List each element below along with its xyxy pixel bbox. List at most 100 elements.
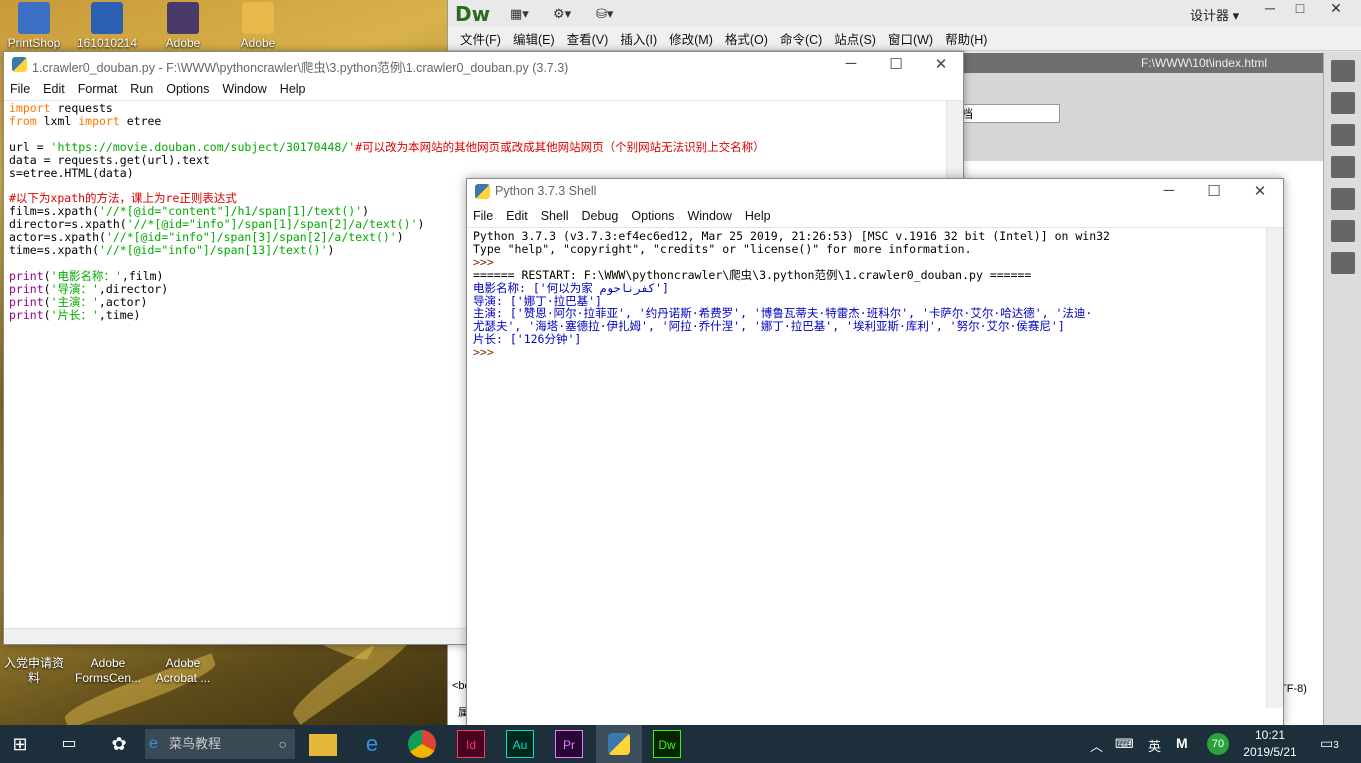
files-panel-icon[interactable] xyxy=(1330,220,1355,242)
close-icon[interactable]: ✕ xyxy=(1322,0,1350,18)
workspace-switcher[interactable]: 设计器 ▾ xyxy=(1190,5,1239,24)
adobe-icon xyxy=(167,2,199,34)
ime-language[interactable]: 英 xyxy=(1148,736,1161,763)
dw-menu-window[interactable]: 窗口(W) xyxy=(882,29,939,48)
shell-menu-options[interactable]: Options xyxy=(626,209,682,223)
editor-menu-edit[interactable]: Edit xyxy=(38,82,73,96)
shell-banner-line: Python 3.7.3 (v3.7.3:ef4ec6ed12, Mar 25 … xyxy=(473,229,1110,243)
python-taskbar-button[interactable] xyxy=(596,725,642,763)
dw-menu-edit[interactable]: 编辑(E) xyxy=(507,29,561,48)
shell-output-film: 电影名称: ['何以为家 كفرناحوم'] xyxy=(473,280,669,295)
dw-menubar: 文件(F) 编辑(E) 查看(V) 插入(I) 修改(M) 格式(O) 命令(C… xyxy=(448,27,1361,51)
shell-title-bar: Python 3.7.3 Shell ─ ☐ ✕ xyxy=(467,179,1283,204)
keyboard-icon[interactable]: ⌨ xyxy=(1115,736,1134,763)
shell-menu-file[interactable]: File xyxy=(468,209,501,223)
desktop-icon-party-application[interactable]: 入党申请资 料 xyxy=(1,656,67,686)
python-icon xyxy=(475,184,490,199)
ie-icon[interactable]: e xyxy=(358,730,386,758)
premiere-icon[interactable]: Pr xyxy=(555,730,583,758)
shell-menu-help[interactable]: Help xyxy=(740,209,779,223)
shell-current-prompt[interactable]: >>> xyxy=(473,346,1110,359)
taskbar-search-box[interactable]: e 菜鸟教程 ○ xyxy=(145,729,295,759)
folder-icon xyxy=(242,2,274,34)
editor-menu-file[interactable]: File xyxy=(5,82,38,96)
desktop-icon-adobe-1[interactable]: Adobe xyxy=(150,2,216,51)
business-catalyst-icon[interactable] xyxy=(1330,188,1355,210)
minimize-icon[interactable]: ─ xyxy=(836,55,866,72)
audition-icon[interactable]: Au xyxy=(506,730,534,758)
desktop-icon-adobe-2[interactable]: Adobe xyxy=(225,2,291,51)
dw-logo: Dw xyxy=(455,2,491,26)
snippets-panel-icon[interactable] xyxy=(1330,252,1355,274)
dw-title-bar: Dw ▦▾ ⚙▾ ⛁▾ 设计器 ▾ ─ □ ✕ xyxy=(448,0,1361,27)
pinwheel-app-icon[interactable]: ✿ xyxy=(105,730,133,758)
shell-menu-edit[interactable]: Edit xyxy=(501,209,536,223)
chrome-icon[interactable] xyxy=(408,730,436,758)
shell-output-area[interactable]: Python 3.7.3 (v3.7.3:ef4ec6ed12, Mar 25 … xyxy=(473,230,1110,359)
notification-count: 3 xyxy=(1333,740,1339,751)
python-shell-window: Python 3.7.3 Shell ─ ☐ ✕ File Edit Shell… xyxy=(466,178,1284,726)
taskbar-clock[interactable]: 10:21 2019/5/21 xyxy=(1236,727,1304,761)
shell-restart-line: ====== RESTART: F:\WWW\pythoncrawler\爬虫\… xyxy=(473,267,1032,282)
shell-title: Python 3.7.3 Shell xyxy=(495,184,597,198)
editor-menu-run[interactable]: Run xyxy=(125,82,161,96)
editor-menu-help[interactable]: Help xyxy=(275,82,314,96)
taskbar: ⊞ ▭ ✿ e 菜鸟教程 ○ e Id Au Pr Dw ︿ ⌨ 英 M 70 10… xyxy=(0,725,1361,763)
shell-help-line: Type "help", "copyright", "credits" or "… xyxy=(473,241,972,256)
shell-menu-shell[interactable]: Shell xyxy=(536,209,577,223)
desktop-icon-word-doc[interactable]: 161010214 xyxy=(74,2,140,51)
close-icon[interactable]: ✕ xyxy=(926,55,956,73)
maximize-icon[interactable]: ☐ xyxy=(881,55,911,73)
dw-menu-modify[interactable]: 修改(M) xyxy=(663,29,719,48)
assets-panel-icon[interactable] xyxy=(1330,60,1355,82)
close-icon[interactable]: ✕ xyxy=(1245,182,1275,200)
ime-mode-icon[interactable]: M xyxy=(1176,735,1188,763)
edge-icon: e xyxy=(149,735,158,752)
dreamweaver-taskbar-icon[interactable]: Dw xyxy=(653,730,681,758)
task-view-icon[interactable]: ▭ xyxy=(55,730,83,758)
chevron-up-icon[interactable]: ︿ xyxy=(1090,736,1103,763)
editor-menu-window[interactable]: Window xyxy=(217,82,274,96)
python-icon xyxy=(12,57,27,72)
gear-icon[interactable]: ⚙▾ xyxy=(553,6,571,22)
dw-menu-insert[interactable]: 插入(I) xyxy=(614,29,663,48)
shell-output-runtime: 片长: ['126分钟'] xyxy=(473,332,582,347)
windows-start-icon[interactable]: ⊞ xyxy=(6,730,34,758)
shell-menubar: File Edit Shell Debug Options Window Hel… xyxy=(467,204,1283,228)
security-badge-icon[interactable]: 70 xyxy=(1207,733,1229,755)
desktop-icon-adobe-acrobat[interactable]: Adobe Acrobat ... xyxy=(150,656,216,686)
desktop-icon-adobe-formscentral[interactable]: Adobe FormsCen... xyxy=(75,656,141,686)
minimize-icon[interactable]: ─ xyxy=(1256,0,1284,18)
dw-menu-view[interactable]: 查看(V) xyxy=(561,29,615,48)
shell-prompt: >>> xyxy=(473,254,501,269)
dw-menu-format[interactable]: 格式(O) xyxy=(719,29,774,48)
indesign-icon[interactable]: Id xyxy=(457,730,485,758)
shell-menu-debug[interactable]: Debug xyxy=(577,209,627,223)
shell-vertical-scrollbar[interactable] xyxy=(1266,228,1283,708)
editor-menu-format[interactable]: Format xyxy=(73,82,126,96)
search-icon: ○ xyxy=(278,736,287,752)
css-panel-icon[interactable] xyxy=(1330,124,1355,146)
maximize-icon[interactable]: □ xyxy=(1286,0,1314,18)
dw-menu-help[interactable]: 帮助(H) xyxy=(939,29,993,48)
maximize-icon[interactable]: ☐ xyxy=(1199,182,1229,200)
ap-elements-icon[interactable] xyxy=(1330,156,1355,178)
notification-icon[interactable]: ▭3 xyxy=(1320,735,1339,763)
site-icon[interactable]: ⛁▾ xyxy=(596,6,613,22)
dw-menu-site[interactable]: 站点(S) xyxy=(828,29,882,48)
shell-menu-window[interactable]: Window xyxy=(682,209,739,223)
file-explorer-icon[interactable] xyxy=(309,734,337,756)
insert-panel-icon[interactable] xyxy=(1330,92,1355,114)
desktop-icon-printshop[interactable]: PrintShop xyxy=(1,2,67,51)
dw-menu-file[interactable]: 文件(F) xyxy=(454,29,507,48)
editor-title: 1.crawler0_douban.py - F:\WWW\pythoncraw… xyxy=(32,61,569,75)
dw-encoding-label: TF-8) xyxy=(1280,683,1307,695)
dw-panel-dock xyxy=(1323,52,1361,725)
clock-date: 2019/5/21 xyxy=(1243,745,1297,759)
editor-menu-options[interactable]: Options xyxy=(161,82,217,96)
layout-icon[interactable]: ▦▾ xyxy=(510,6,529,22)
dw-menu-commands[interactable]: 命令(C) xyxy=(774,29,828,48)
editor-title-bar: 1.crawler0_douban.py - F:\WWW\pythoncraw… xyxy=(4,52,963,77)
dw-title-field[interactable]: 档 xyxy=(958,104,1060,123)
minimize-icon[interactable]: ─ xyxy=(1154,182,1184,199)
